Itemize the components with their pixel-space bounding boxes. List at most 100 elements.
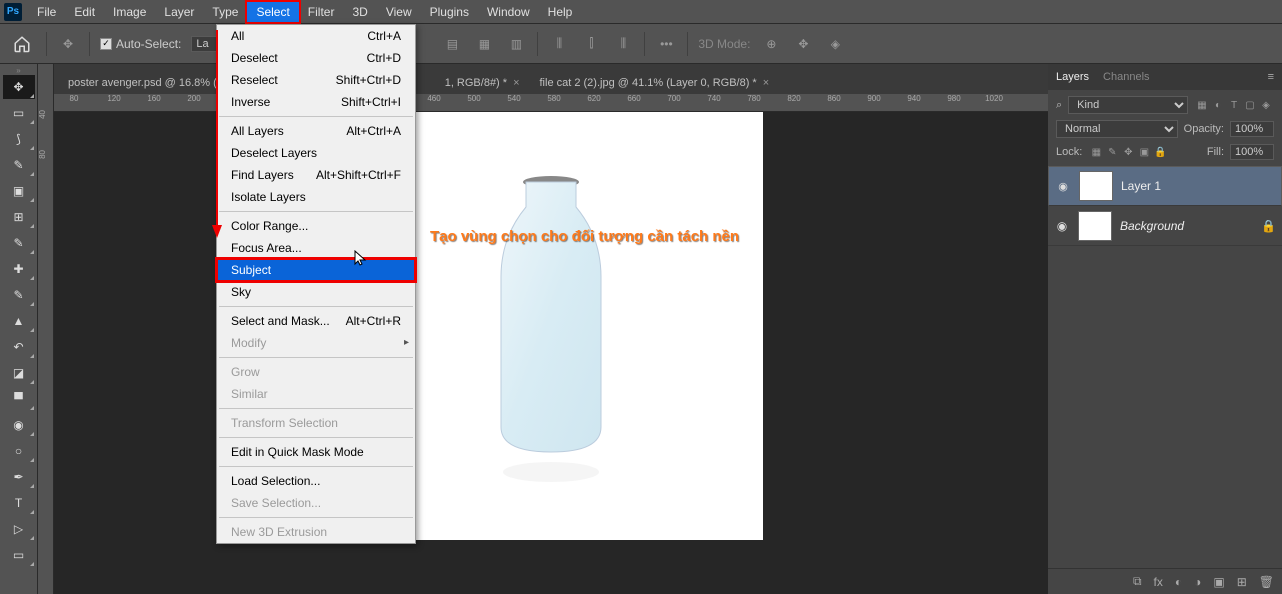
tab-channels[interactable]: Channels	[1103, 71, 1149, 83]
align-right-icon[interactable]: ▥	[505, 33, 527, 55]
menu-item-isolate-layers[interactable]: Isolate Layers	[217, 186, 415, 208]
filter-icons[interactable]: ▦◐T▢◈	[1194, 98, 1274, 112]
layer-name[interactable]: Layer 1	[1121, 179, 1161, 193]
auto-select-checkbox[interactable]: ✓ Auto-Select:	[100, 37, 181, 51]
align-center-icon[interactable]: ▦	[473, 33, 495, 55]
panel-handle[interactable]: »	[3, 66, 35, 74]
menu-item-reselect[interactable]: ReselectShift+Ctrl+D	[217, 69, 415, 91]
shape-tool[interactable]: ▭	[3, 543, 35, 567]
visibility-icon[interactable]: ◉	[1054, 219, 1070, 233]
quick-select-tool[interactable]: ✎	[3, 153, 35, 177]
document-tab[interactable]: file cat 2 (2).jpg @ 41.1% (Layer 0, RGB…	[530, 71, 780, 94]
menu-item-focus-area[interactable]: Focus Area...	[217, 237, 415, 259]
menu-item-color-range[interactable]: Color Range...	[217, 215, 415, 237]
menu-plugins[interactable]: Plugins	[421, 2, 478, 22]
panel-menu-icon[interactable]: ≡	[1268, 71, 1274, 83]
tab-layers[interactable]: Layers	[1056, 71, 1089, 83]
delete-icon[interactable]: 🗑	[1259, 575, 1274, 589]
auto-select-label: Auto-Select:	[116, 37, 181, 51]
more-icon[interactable]: •••	[655, 33, 677, 55]
fx-icon[interactable]: fx	[1154, 575, 1163, 589]
tools-panel: » ✥ ▭ ⟆ ✎ ▣ ⊞ ✎ ✚ ✎ ▲ ↶ ◪ ▀ ◉ ○ ✒ T ▷ ▭	[0, 64, 38, 594]
menu-filter[interactable]: Filter	[299, 2, 344, 22]
document-area: poster avenger.psd @ 16.8% (R 1, RGB/8#)…	[54, 64, 1048, 594]
blur-tool[interactable]: ◉	[3, 413, 35, 437]
dodge-tool[interactable]: ○	[3, 439, 35, 463]
menu-item-sky[interactable]: Sky	[217, 281, 415, 303]
marquee-tool[interactable]: ▭	[3, 101, 35, 125]
bottle-image	[486, 172, 616, 502]
menu-type[interactable]: Type	[203, 2, 247, 22]
menu-item-edit-in-quick-mask-mode[interactable]: Edit in Quick Mask Mode	[217, 441, 415, 463]
adjustment-icon[interactable]: ◑	[1194, 575, 1201, 589]
move-tool-icon[interactable]: ✥	[57, 33, 79, 55]
menu-item-deselect-layers[interactable]: Deselect Layers	[217, 142, 415, 164]
search-icon[interactable]: ⌕	[1056, 99, 1062, 112]
history-brush-tool[interactable]: ↶	[3, 335, 35, 359]
right-panels: Layers Channels ≡ ⌕ Kind ▦◐T▢◈ Normal Op…	[1048, 64, 1282, 594]
menu-item-find-layers[interactable]: Find LayersAlt+Shift+Ctrl+F	[217, 164, 415, 186]
stamp-tool[interactable]: ▲	[3, 309, 35, 333]
brush-tool[interactable]: ✎	[3, 283, 35, 307]
menu-edit[interactable]: Edit	[65, 2, 104, 22]
fill-value[interactable]: 100%	[1230, 144, 1274, 160]
close-icon[interactable]: ×	[513, 77, 519, 89]
3d-orbit-icon[interactable]: ⊕	[760, 33, 782, 55]
group-icon[interactable]: ▣	[1213, 575, 1224, 589]
3d-zoom-icon[interactable]: ◈	[824, 33, 846, 55]
layer-filter-kind[interactable]: Kind	[1068, 96, 1188, 114]
frame-tool[interactable]: ⊞	[3, 205, 35, 229]
menu-layer[interactable]: Layer	[155, 2, 203, 22]
distribute-icon[interactable]: ⫿	[580, 33, 602, 55]
eyedropper-tool[interactable]: ✎	[3, 231, 35, 255]
options-bar: ✥ ✓ Auto-Select: La ▤ ▦ ▥ ⫼ ⫿ ⫼ ••• 3D M…	[0, 24, 1282, 64]
menu-item-all-layers[interactable]: All LayersAlt+Ctrl+A	[217, 120, 415, 142]
document-tab[interactable]: 1, RGB/8#) *×	[435, 71, 530, 94]
menu-image[interactable]: Image	[104, 2, 155, 22]
blend-mode-select[interactable]: Normal	[1056, 120, 1178, 138]
pen-tool[interactable]: ✒	[3, 465, 35, 489]
close-icon[interactable]: ×	[763, 77, 769, 89]
menu-item-deselect[interactable]: DeselectCtrl+D	[217, 47, 415, 69]
distribute-icon[interactable]: ⫼	[612, 33, 634, 55]
healing-tool[interactable]: ✚	[3, 257, 35, 281]
menu-separator	[219, 211, 413, 212]
layer-row[interactable]: ◉ Background 🔒	[1048, 206, 1282, 246]
lock-icons[interactable]: ▦✎✥▣🔒	[1088, 145, 1168, 159]
canvas-viewport[interactable]	[54, 112, 1048, 594]
menu-window[interactable]: Window	[478, 2, 539, 22]
type-tool[interactable]: T	[3, 491, 35, 515]
new-layer-icon[interactable]: ⊞	[1237, 575, 1247, 589]
align-left-icon[interactable]: ▤	[441, 33, 463, 55]
menu-select[interactable]: Select	[247, 2, 298, 22]
menu-item-subject[interactable]: Subject	[217, 259, 415, 281]
menu-item-inverse[interactable]: InverseShift+Ctrl+I	[217, 91, 415, 113]
layer-row[interactable]: ◉ Layer 1	[1048, 166, 1282, 206]
layer-thumbnail[interactable]	[1078, 211, 1112, 241]
opacity-value[interactable]: 100%	[1230, 121, 1274, 137]
menu-3d[interactable]: 3D	[343, 2, 376, 22]
menu-item-load-selection[interactable]: Load Selection...	[217, 470, 415, 492]
gradient-tool[interactable]: ▀	[3, 387, 35, 411]
menu-view[interactable]: View	[377, 2, 421, 22]
crop-tool[interactable]: ▣	[3, 179, 35, 203]
link-layers-icon[interactable]: ⧉	[1133, 574, 1142, 589]
3d-pan-icon[interactable]: ✥	[792, 33, 814, 55]
menu-item-all[interactable]: AllCtrl+A	[217, 25, 415, 47]
distribute-icon[interactable]: ⫼	[548, 33, 570, 55]
lasso-tool[interactable]: ⟆	[3, 127, 35, 151]
eraser-tool[interactable]: ◪	[3, 361, 35, 385]
visibility-icon[interactable]: ◉	[1055, 180, 1071, 193]
menu-file[interactable]: File	[28, 2, 65, 22]
menu-help[interactable]: Help	[539, 2, 582, 22]
move-tool[interactable]: ✥	[3, 75, 35, 99]
cursor-icon	[354, 250, 370, 269]
document-tab[interactable]: poster avenger.psd @ 16.8% (R	[58, 71, 235, 94]
opacity-label: Opacity:	[1184, 123, 1224, 135]
layer-thumbnail[interactable]	[1079, 171, 1113, 201]
mask-icon[interactable]: ◐	[1175, 575, 1182, 589]
home-icon[interactable]	[8, 30, 36, 58]
path-select-tool[interactable]: ▷	[3, 517, 35, 541]
menu-item-select-and-mask[interactable]: Select and Mask...Alt+Ctrl+R	[217, 310, 415, 332]
layer-name[interactable]: Background	[1120, 219, 1184, 233]
